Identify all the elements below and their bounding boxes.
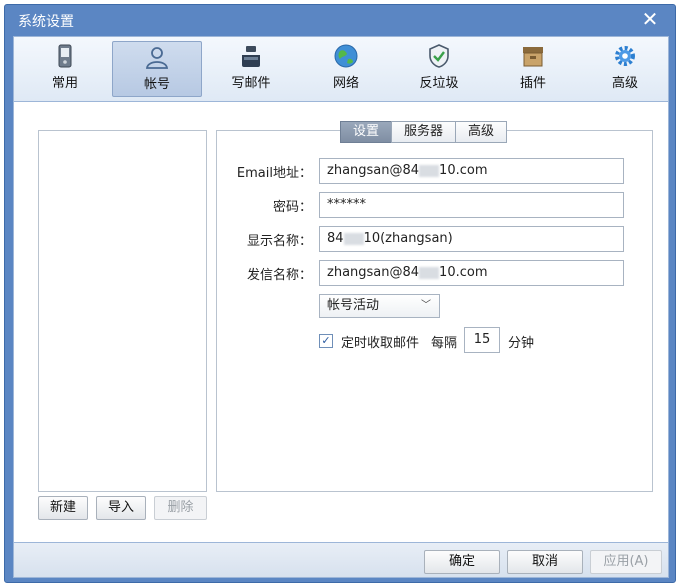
toolbar-label-compose: 写邮件 xyxy=(231,76,271,91)
scheduled-fetch-checkbox[interactable]: ✓ xyxy=(319,334,333,348)
shield-icon xyxy=(429,44,449,68)
password-field[interactable]: ****** xyxy=(319,192,624,218)
close-icon[interactable]: ✕ xyxy=(639,8,661,30)
redaction-blur xyxy=(419,164,440,177)
apply-button[interactable]: 应用(A) xyxy=(590,550,662,574)
phone-icon xyxy=(58,44,72,68)
toolbar-item-plugins[interactable]: 插件 xyxy=(488,41,578,97)
interval-field[interactable]: 15 xyxy=(464,327,500,353)
toolbar-label-plugins: 插件 xyxy=(519,76,546,91)
tab-advanced[interactable]: 高级 xyxy=(455,121,508,143)
sender-name-field[interactable]: zhangsan@84 10.com xyxy=(319,260,624,286)
redaction-blur xyxy=(343,232,364,245)
sender-text-end: 10.com xyxy=(439,265,488,280)
minute-label: 分钟 xyxy=(508,336,535,351)
display-text-start: 84 xyxy=(327,231,344,246)
settings-body: 新建 导入 删除 设置 服务器 高级 Email地址： zhangsan@84 1… xyxy=(13,102,669,542)
toolbar-item-account[interactable]: 帐号 xyxy=(112,41,202,97)
scheduled-fetch-label: 定时收取邮件 xyxy=(341,336,420,351)
cancel-button[interactable]: 取消 xyxy=(507,550,583,574)
window-title: 系统设置 xyxy=(18,14,74,30)
toolbar-label-general: 常用 xyxy=(51,76,78,91)
account-status-value: 帐号活动 xyxy=(327,298,380,313)
toolbar-item-compose[interactable]: 写邮件 xyxy=(206,41,296,97)
toolbar-label-network: 网络 xyxy=(332,76,359,91)
account-list[interactable] xyxy=(38,130,207,492)
gear-icon xyxy=(615,46,635,66)
toolbar-item-antispam[interactable]: 反垃圾 xyxy=(394,41,484,97)
email-field[interactable]: zhangsan@84 10.com xyxy=(319,158,624,184)
every-label: 每隔 xyxy=(431,336,458,351)
new-account-button[interactable]: 新建 xyxy=(38,496,88,520)
password-label: 密码： xyxy=(272,200,312,215)
sender-name-label: 发信名称： xyxy=(246,268,312,283)
email-text-start: zhangsan@84 xyxy=(327,163,420,178)
box-icon xyxy=(523,47,543,67)
toolbar-item-general[interactable]: 常用 xyxy=(20,41,110,97)
ok-button[interactable]: 确定 xyxy=(424,550,500,574)
display-text-end: 10(zhangsan) xyxy=(363,231,453,246)
tab-server[interactable]: 服务器 xyxy=(391,121,457,143)
category-toolbar: 常用 帐号 写邮件 网络 反垃圾 插件 高级 xyxy=(13,36,669,102)
settings-tabs: 设置 服务器 高级 xyxy=(340,121,508,143)
display-name-field[interactable]: 84 10(zhangsan) xyxy=(319,226,624,252)
toolbar-item-advanced[interactable]: 高级 xyxy=(580,41,670,97)
dialog-footer: 确定 取消 应用(A) xyxy=(13,542,669,578)
display-name-label: 显示名称： xyxy=(246,234,312,249)
import-account-button[interactable]: 导入 xyxy=(96,496,146,520)
toolbar-label-advanced: 高级 xyxy=(611,76,638,91)
email-text-end: 10.com xyxy=(439,163,488,178)
settings-window: 系统设置 ✕ 常用 帐号 写邮件 网络 反垃圾 插件 高级 新建 导入 删除 设… xyxy=(4,4,676,583)
inkwell-icon xyxy=(242,46,260,67)
toolbar-item-network[interactable]: 网络 xyxy=(301,41,391,97)
toolbar-label-antispam: 反垃圾 xyxy=(419,76,459,91)
user-icon xyxy=(145,47,169,69)
title-bar: 系统设置 ✕ xyxy=(5,5,675,35)
account-status-select[interactable]: 帐号活动 ﹀ xyxy=(319,294,440,318)
sender-text-start: zhangsan@84 xyxy=(327,265,420,280)
toolbar-label-account: 帐号 xyxy=(143,77,170,92)
email-label: Email地址： xyxy=(236,166,312,181)
delete-account-button[interactable]: 删除 xyxy=(154,496,207,520)
account-settings-panel: 设置 服务器 高级 Email地址： zhangsan@84 10.com 密码：… xyxy=(216,121,653,492)
tab-settings[interactable]: 设置 xyxy=(340,121,393,143)
redaction-blur xyxy=(419,266,440,279)
globe-icon xyxy=(334,44,358,68)
chevron-down-icon: ﹀ xyxy=(421,300,431,311)
